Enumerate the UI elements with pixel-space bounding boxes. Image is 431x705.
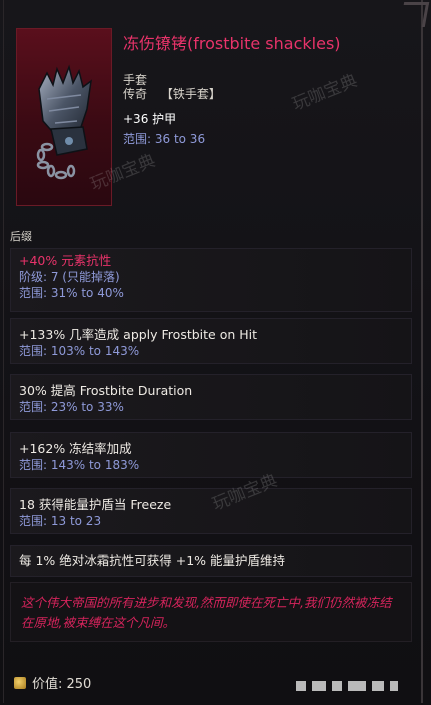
affix-block[interactable]: +162% 冻结率加成 范围: 143% to 183% (10, 432, 412, 478)
affix-line: 每 1% 绝对冰霜抗性可获得 +1% 能量护盾维持 (19, 553, 286, 568)
item-base-type: 【铁手套】 (160, 87, 221, 101)
affix-line: 30% 提高 Frostbite Duration (19, 383, 193, 398)
item-icon-frame[interactable] (16, 28, 112, 206)
affix-range: 范围: 31% to 40% (19, 286, 124, 300)
affix-block[interactable]: 30% 提高 Frostbite Duration 范围: 23% to 33% (10, 374, 412, 420)
price-row: 价值: 250 (14, 673, 91, 692)
affix-range: 范围: 23% to 33% (19, 400, 124, 414)
affix-block[interactable]: 每 1% 绝对冰霜抗性可获得 +1% 能量护盾维持 (10, 545, 412, 577)
corner-ornament (399, 2, 430, 27)
item-title: 冻伤镣铐(frostbite shackles) (123, 34, 341, 53)
rarity-row: 传奇 【铁手套】 (123, 85, 231, 102)
item-rarity: 传奇 (123, 87, 148, 101)
suffix-label: 后缀 (10, 230, 32, 243)
affix-block[interactable]: +40% 元素抗性 阶级: 7 (只能掉落) 范围: 31% to 40% (10, 248, 412, 312)
affix-line: +40% 元素抗性 (19, 253, 112, 268)
frostbite-shackles-item-icon (36, 64, 92, 180)
affix-block[interactable]: 18 获得能量护盾当 Freeze 范围: 13 to 23 (10, 488, 412, 534)
price-value: 价值: 250 (32, 677, 92, 692)
obscured-text (296, 676, 404, 695)
implicit-value: +36 护甲 (123, 112, 177, 126)
affix-line: +162% 冻结率加成 (19, 441, 132, 456)
affix-range: 范围: 103% to 143% (19, 344, 140, 358)
affix-block[interactable]: +133% 几率造成 apply Frostbite on Hit 范围: 10… (10, 318, 412, 364)
affix-line: +133% 几率造成 apply Frostbite on Hit (19, 327, 258, 342)
affix-tier: 阶级: 7 (只能掉落) (19, 270, 120, 284)
affix-line: 18 获得能量护盾当 Freeze (19, 497, 172, 512)
implicit-range: 范围: 36 to 36 (123, 132, 206, 146)
affix-range: 范围: 13 to 23 (19, 514, 102, 528)
lore-text: 这个伟大帝国的所有进步和发现,然而即使在死亡中,我们仍然被冻结在原地,被束缚在这… (10, 582, 412, 642)
coin-icon (14, 677, 26, 689)
affix-range: 范围: 143% to 183% (19, 458, 140, 472)
